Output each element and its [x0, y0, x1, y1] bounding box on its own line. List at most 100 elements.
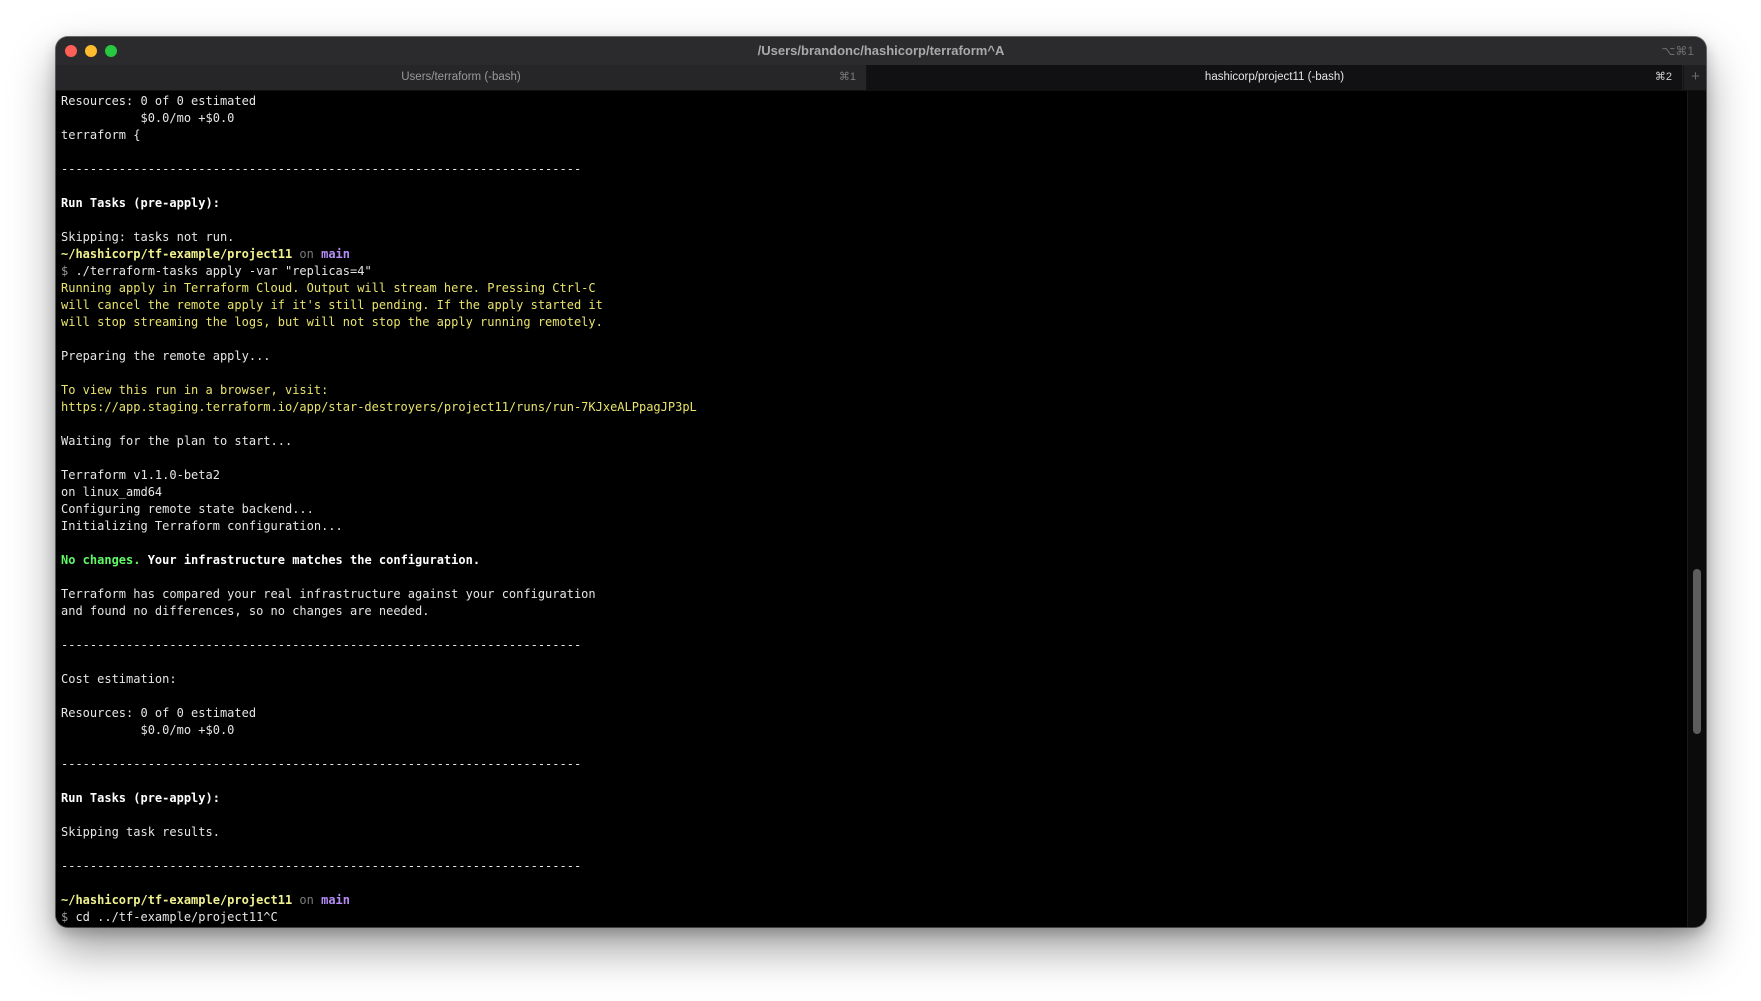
terminal-text-segment: https://app.staging.terraform.io/app/sta…	[61, 400, 697, 414]
terminal-line: Terraform has compared your real infrast…	[61, 586, 697, 603]
terminal-line: Resources: 0 of 0 estimated	[61, 705, 697, 722]
window-title: /Users/brandonc/hashicorp/terraform^A	[757, 43, 1005, 58]
terminal-line: Resources: 0 of 0 estimated	[61, 93, 697, 110]
terminal-text-segment: will cancel the remote apply if it's sti…	[61, 298, 603, 312]
terminal-text-segment: ----------------------------------------…	[61, 638, 582, 652]
terminal-line: ----------------------------------------…	[61, 161, 697, 178]
terminal-line: https://app.staging.terraform.io/app/sta…	[61, 399, 697, 416]
terminal-text-segment: will stop streaming the logs, but will n…	[61, 315, 603, 329]
window-shortcut-hint: ⌥⌘1	[1661, 44, 1694, 58]
terminal-text-segment: and found no differences, so no changes …	[61, 604, 430, 618]
terminal-text-segment: ~/hashicorp/tf-example/project11	[61, 247, 293, 261]
terminal-text-segment: $	[61, 910, 76, 924]
terminal-line: Running apply in Terraform Cloud. Output…	[61, 280, 697, 297]
terminal-text-segment: To view this run in a browser, visit:	[61, 383, 329, 397]
scrollbar-thumb[interactable]	[1693, 569, 1701, 734]
terminal-line: ----------------------------------------…	[61, 637, 697, 654]
terminal-line: Cost estimation:	[61, 671, 697, 688]
terminal-line: on linux_amd64	[61, 484, 697, 501]
terminal-text-segment: ----------------------------------------…	[61, 162, 582, 176]
terminal-window: /Users/brandonc/hashicorp/terraform^A ⌥⌘…	[56, 37, 1706, 927]
terminal-text-segment: ----------------------------------------…	[61, 859, 582, 873]
terminal-text-segment: terraform {	[61, 128, 141, 142]
terminal-line: Terraform v1.1.0-beta2	[61, 467, 697, 484]
terminal-line: terraform {	[61, 127, 697, 144]
terminal-text-segment: Resources: 0 of 0 estimated	[61, 706, 257, 720]
terminal-line: $0.0/mo +$0.0	[61, 722, 697, 739]
tab-shortcut: ⌘2	[1654, 71, 1672, 83]
terminal-text-segment: main	[321, 893, 350, 907]
terminal-line: ----------------------------------------…	[61, 858, 697, 875]
terminal-text-segment: Terraform v1.1.0-beta2	[61, 468, 220, 482]
terminal-line: $0.0/mo +$0.0	[61, 110, 697, 127]
terminal-text-segment: ----------------------------------------…	[61, 757, 582, 771]
terminal-text-segment: Waiting for the plan to start...	[61, 434, 293, 448]
tab-bar: Users/terraform (-bash) ⌘1 hashicorp/pro…	[56, 65, 1706, 91]
terminal-text-segment: Run Tasks (pre-apply):	[61, 791, 220, 805]
terminal-line: Skipping task results.	[61, 824, 697, 841]
terminal-line: $ ./terraform-tasks apply -var "replicas…	[61, 263, 697, 280]
tab-label: Users/terraform (-bash)	[401, 71, 521, 83]
terminal-text-segment: cd ../tf-example/project11^C	[75, 910, 278, 924]
terminal-text-segment: Skipping: tasks not run.	[61, 230, 235, 244]
terminal-text-segment: on linux_amd64	[61, 485, 163, 499]
terminal-text-segment: Your infrastructure matches the configur…	[140, 553, 481, 567]
terminal-line: Skipping: tasks not run.	[61, 229, 697, 246]
tab-shortcut: ⌘1	[838, 71, 856, 83]
tab-label: hashicorp/project11 (-bash)	[1204, 71, 1345, 83]
new-tab-button[interactable]: +	[1683, 65, 1706, 90]
terminal-text-segment: Skipping task results.	[61, 825, 220, 839]
terminal-line: Preparing the remote apply...	[61, 348, 697, 365]
terminal-text-segment: Initializing Terraform configuration...	[61, 519, 343, 533]
terminal-text-segment: $	[61, 264, 76, 278]
terminal-text-segment: ./terraform-tasks apply -var "replicas=4…	[75, 264, 372, 278]
terminal-line: and found no differences, so no changes …	[61, 603, 697, 620]
terminal-line: Waiting for the plan to start...	[61, 433, 697, 450]
terminal-line: Run Tasks (pre-apply):	[61, 195, 697, 212]
terminal-line: will cancel the remote apply if it's sti…	[61, 297, 697, 314]
scrollbar-track[interactable]	[1687, 91, 1706, 927]
terminal-line: Initializing Terraform configuration...	[61, 518, 697, 535]
terminal-line: No changes. Your infrastructure matches …	[61, 552, 697, 569]
terminal-line: Configuring remote state backend...	[61, 501, 697, 518]
terminal-text-segment: Terraform has compared your real infrast…	[61, 587, 596, 601]
terminal-text-segment: $0.0/mo +$0.0	[61, 111, 235, 125]
terminal-lines: Resources: 0 of 0 estimated $0.0/mo +$0.…	[61, 93, 697, 926]
terminal-text-segment: main	[321, 247, 350, 261]
title-bar[interactable]: /Users/brandonc/hashicorp/terraform^A ⌥⌘…	[56, 37, 1706, 65]
terminal-text-segment: No changes.	[61, 553, 141, 567]
tab-hashicorp-project11[interactable]: hashicorp/project11 (-bash) ⌘2	[867, 65, 1682, 90]
terminal-text-segment: ~/hashicorp/tf-example/project11	[61, 893, 293, 907]
terminal-text-segment: Preparing the remote apply...	[61, 349, 271, 363]
tab-users-terraform[interactable]: Users/terraform (-bash) ⌘1	[56, 65, 867, 90]
terminal-text-segment: on	[292, 247, 322, 261]
terminal-text-segment: Run Tasks (pre-apply):	[61, 196, 220, 210]
terminal-text-segment: Configuring remote state backend...	[61, 502, 314, 516]
terminal-line: Run Tasks (pre-apply):	[61, 790, 697, 807]
terminal-line: $ cd ../tf-example/project11^C	[61, 909, 697, 926]
terminal-text-segment: Cost estimation:	[61, 672, 177, 686]
terminal-line: To view this run in a browser, visit:	[61, 382, 697, 399]
terminal-line: ~/hashicorp/tf-example/project11 on main	[61, 892, 697, 909]
terminal-text-segment: Running apply in Terraform Cloud. Output…	[61, 281, 596, 295]
terminal-text-segment: on	[292, 893, 322, 907]
terminal-line: ----------------------------------------…	[61, 756, 697, 773]
terminal-text-segment: $0.0/mo +$0.0	[61, 723, 235, 737]
terminal-line: ~/hashicorp/tf-example/project11 on main	[61, 246, 697, 263]
terminal-output[interactable]: Resources: 0 of 0 estimated $0.0/mo +$0.…	[56, 91, 1686, 927]
terminal-text-segment: Resources: 0 of 0 estimated	[61, 94, 257, 108]
